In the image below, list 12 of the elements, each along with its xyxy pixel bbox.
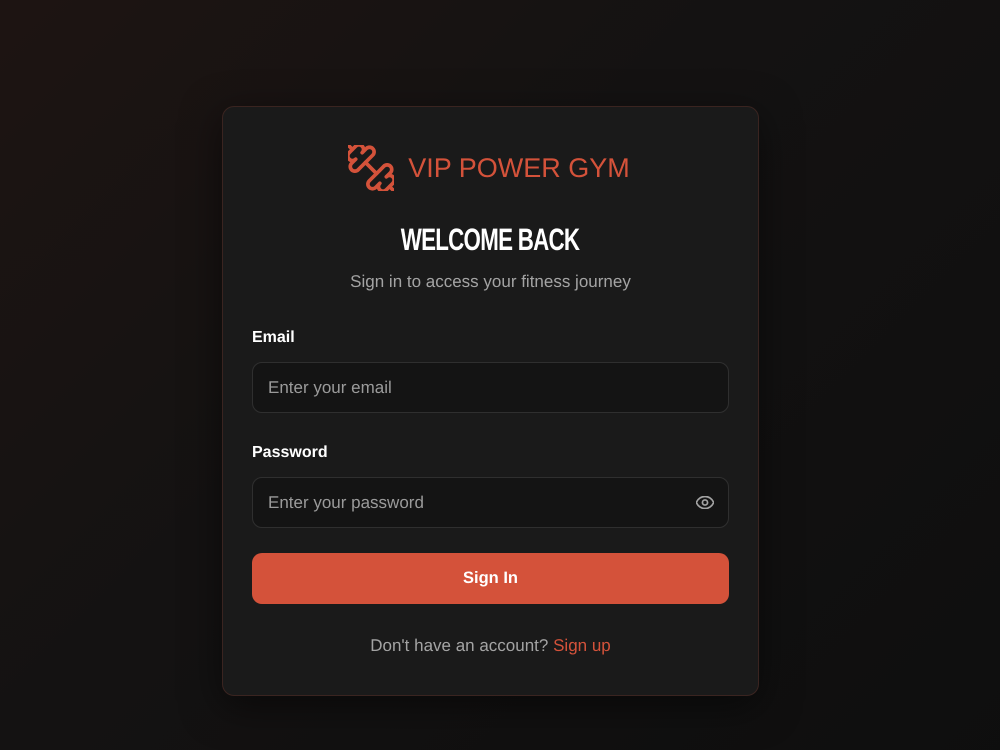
signup-prompt: Don't have an account? Sign up [369, 635, 612, 657]
dumbbell-icon [348, 145, 394, 191]
field-label: Email [252, 328, 295, 348]
password-field[interactable]: Enter your password [252, 477, 729, 528]
eye-icon[interactable] [696, 496, 714, 509]
field-label: Password [252, 443, 328, 463]
sign-up-link[interactable]: Sign up [553, 636, 611, 655]
subtitle: Sign in to access your fitness journey [349, 271, 632, 293]
page-title: WELCOME BACK [401, 222, 580, 258]
brand-name: VIP POWER GYM [408, 152, 630, 185]
sign-in-button[interactable]: Sign In [252, 553, 729, 604]
email-field[interactable]: Enter your email [252, 362, 729, 413]
